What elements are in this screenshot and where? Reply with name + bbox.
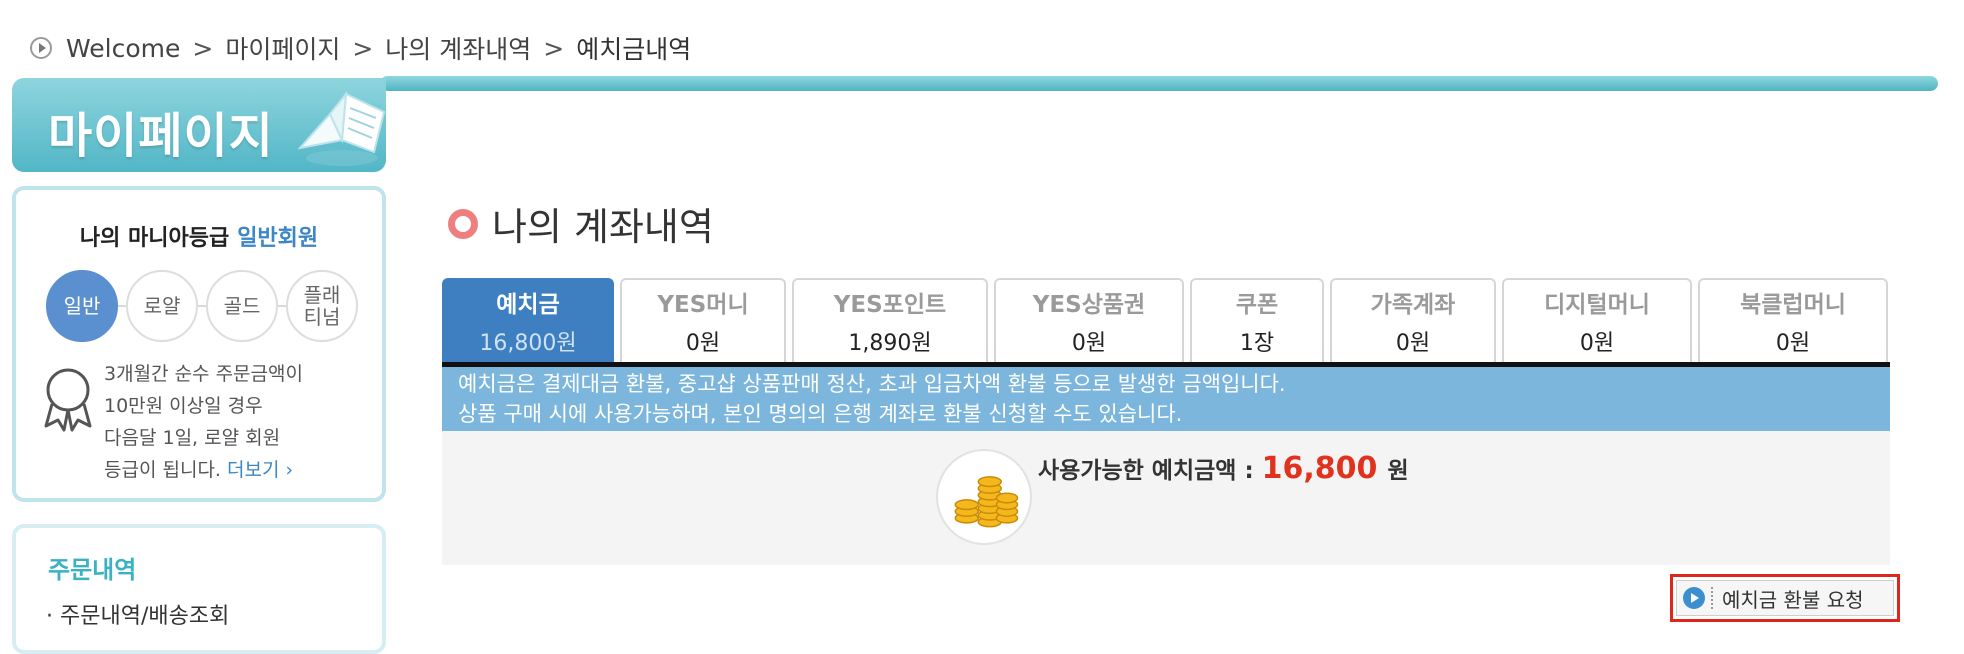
tab-value: 0원 [685,331,721,356]
more-link[interactable]: 더보기 › [227,459,293,481]
grade-step-gold: 골드 [206,270,278,342]
breadcrumb-separator: > [352,33,374,63]
balance-unit: 원 [1387,458,1409,484]
tab-value: 0원 [1395,331,1431,356]
tab-family-account[interactable]: 가족계좌 0원 [1330,278,1496,362]
title-ring-icon [448,208,478,239]
balance-text: 사용가능한 예치금액 : 16,800 원 [1038,451,1409,486]
grade-desc-line: 3개월간 순수 주문금액이 [104,363,303,385]
button-separator [1711,587,1714,609]
play-circle-icon [1683,587,1705,609]
deposit-info-banner: 예치금은 결제대금 환불, 중고샵 상품판매 정산, 초과 입금차액 환불 등으… [442,367,1890,431]
grade-step-royal: 로얄 [126,270,198,342]
grade-title: 나의 마니아등급 일반회원 [16,220,382,252]
breadcrumb-arrow-icon [30,37,52,59]
breadcrumb-item-current: 예치금내역 [576,35,692,64]
tab-label: 가족계좌 [1370,292,1456,318]
grade-desc-line: 등급이 됩니다. 더보기 › [104,454,374,486]
tab-label: 북클럽머니 [1740,292,1846,318]
ribbon-icon [44,368,92,432]
tab-yes-point[interactable]: YES포인트 1,890원 [792,278,988,362]
grade-title-label: 나의 마니아등급 [79,226,230,251]
account-tabs: 예치금 16,800원 YES머니 0원 YES포인트 1,890원 YES상품… [442,278,1888,362]
tab-value: 0원 [1071,331,1107,356]
info-line: 예치금은 결제대금 환불, 중고샵 상품판매 정산, 초과 입금차액 환불 등으… [458,372,1286,396]
tab-label: YES포인트 [833,292,947,318]
tab-yes-giftcard[interactable]: YES상품권 0원 [994,278,1184,362]
tab-value: 1장 [1239,331,1275,356]
tab-yes-money[interactable]: YES머니 0원 [620,278,786,362]
book-icon [297,90,386,166]
tab-label: 예치금 [496,292,560,318]
orders-item-delivery[interactable]: · 주문내역/배송조회 [46,598,229,630]
grade-step-platinum: 플래 티넘 [286,270,358,342]
tab-value: 0원 [1579,331,1615,356]
tab-deposit[interactable]: 예치금 16,800원 [442,278,614,362]
breadcrumb-separator: > [192,33,214,63]
balance-label: 사용가능한 예치금액 : [1038,458,1254,484]
refund-button-inner[interactable]: 예치금 환불 요청 [1676,580,1894,616]
top-accent-bar [380,76,1938,91]
tab-label: YES머니 [657,292,749,318]
orders-title: 주문내역 [48,556,137,584]
breadcrumb-item-welcome[interactable]: Welcome [66,34,180,63]
refund-button-label: 예치금 환불 요청 [1722,587,1864,612]
orders-box: 주문내역 · 주문내역/배송조회 [12,524,386,654]
info-line: 상품 구매 시에 사용가능하며, 본인 명의의 은행 계좌로 환불 신청할 수도… [458,402,1183,426]
tab-value: 1,890원 [848,331,932,356]
breadcrumb-separator: > [543,33,565,63]
tab-value: 16,800원 [479,331,577,356]
page-title: 나의 계좌내역 [448,196,714,251]
tab-bookclub-money[interactable]: 북클럽머니 0원 [1698,278,1888,362]
coin-stack-icon [936,449,1032,545]
grade-description: 3개월간 순수 주문금액이 10만원 이상일 경우 다음달 1일, 로얄 회원 … [104,358,374,486]
tab-label: YES상품권 [1032,292,1146,318]
breadcrumb: Welcome > 마이페이지 > 나의 계좌내역 > 예치금내역 [30,30,691,66]
tab-digital-money[interactable]: 디지털머니 0원 [1502,278,1692,362]
grade-desc-line: 10만원 이상일 경우 [104,395,263,417]
balance-amount: 16,800 [1261,451,1378,486]
breadcrumb-item-account[interactable]: 나의 계좌내역 [385,30,531,66]
balance-panel: 사용가능한 예치금액 : 16,800 원 [442,431,1890,565]
refund-request-button[interactable]: 예치금 환불 요청 [1670,574,1900,622]
grade-step-general: 일반 [46,270,118,342]
tab-label: 디지털머니 [1544,292,1650,318]
breadcrumb-item-mypage[interactable]: 마이페이지 [225,30,340,66]
page-title-text: 나의 계좌내역 [492,205,714,249]
mypage-title: 마이페이지 [48,108,274,164]
grade-desc-text: 등급이 됩니다. [104,459,221,481]
grade-desc-line: 다음달 1일, 로얄 회원 [104,427,281,449]
current-grade: 일반회원 [237,226,319,251]
tab-label: 쿠폰 [1235,292,1279,318]
grade-box: 나의 마니아등급 일반회원 일반 로얄 골드 플래 티넘 3개월간 순수 주문금액… [12,186,386,502]
mypage-header[interactable]: 마이페이지 [12,78,386,172]
tab-value: 0원 [1775,331,1811,356]
tab-coupon[interactable]: 쿠폰 1장 [1190,278,1324,362]
